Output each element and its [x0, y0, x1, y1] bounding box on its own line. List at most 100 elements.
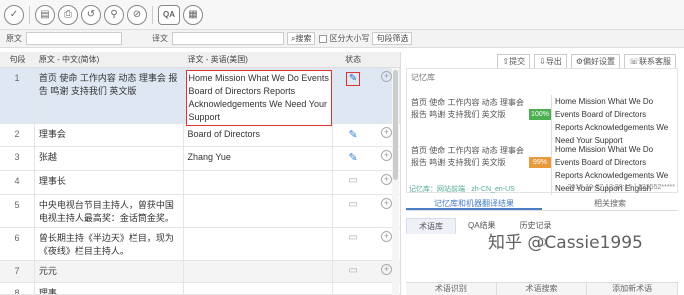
tab-term-search[interactable]: 术语搜索: [496, 283, 588, 295]
tab-memory-mt[interactable]: 记忆库和机器翻译结果: [406, 198, 542, 210]
source-filter-input[interactable]: [26, 32, 122, 45]
term-action-tabs: 术语识别 术语搜索 添加新术语: [406, 282, 679, 295]
refresh-icon[interactable]: ↺: [81, 4, 101, 25]
add-icon[interactable]: +: [381, 264, 393, 275]
table-row[interactable]: 6 曾长期主持《半边天》栏目，现为《夜线》栏目主持人。 ▭ +: [0, 228, 400, 261]
link-icon[interactable]: ⚲: [104, 4, 124, 25]
header-source: 原文 - 中文(简体): [38, 55, 100, 64]
header-target: 译文 - 英语(美国): [187, 55, 248, 64]
export-button[interactable]: ⇩ 导出: [534, 53, 567, 69]
watermark: 知乎 @Cassie1995: [488, 233, 643, 253]
memory-panel: 记忆库 首页 使命 工作内容 动态 理事会 报告 鸣谢 支持我们 英文版 100…: [406, 68, 678, 195]
add-icon[interactable]: +: [381, 231, 393, 242]
add-icon[interactable]: +: [381, 174, 393, 185]
table-row[interactable]: 5 中央电视台节目主持人，曾获中国电视主持人最高奖：金话筒金奖。 ▭ +: [0, 195, 400, 228]
row-number: 8: [0, 283, 35, 294]
match-badge: 100%: [529, 109, 551, 120]
row-number: 1: [0, 68, 35, 123]
checkbox-icon: [319, 34, 328, 43]
toolbar-divider: [29, 5, 30, 24]
filter-bar: 原文 译文 ⌕ 搜索 区分大小写 句段筛选: [0, 30, 684, 48]
row-number: 3: [0, 147, 35, 170]
qa-icon[interactable]: QA: [158, 4, 180, 25]
add-icon[interactable]: +: [381, 71, 393, 82]
source-cell: 理事: [35, 283, 184, 294]
add-icon[interactable]: +: [381, 127, 393, 138]
source-cell: 理事会: [35, 124, 184, 146]
copy-icon[interactable]: ▤: [35, 4, 55, 25]
table-row[interactable]: 4 理事长 ▭ +: [0, 171, 400, 195]
status-cell: ▭: [333, 261, 373, 282]
edit-status-icon[interactable]: ✎: [346, 72, 361, 86]
table-row[interactable]: 8 理事: [0, 283, 400, 295]
source-cell: 理事长: [35, 171, 184, 194]
add-icon[interactable]: +: [381, 198, 393, 209]
pencil-icon: ✎: [348, 152, 358, 164]
pencil-icon: ✎: [348, 129, 358, 141]
target-cell[interactable]: [184, 195, 334, 227]
target-cell[interactable]: Home Mission What We Do Events Board of …: [184, 68, 334, 126]
export-icon: ⇩: [539, 56, 546, 66]
grid-header: 句段 原文 - 中文(简体) 译文 - 英语(美国) 状态: [0, 52, 400, 68]
document-icon: ▭: [348, 175, 358, 186]
source-cell: 张越: [35, 147, 184, 170]
row-number: 6: [0, 228, 35, 260]
status-cell: ✎: [333, 68, 373, 123]
header-num: 句段: [9, 55, 26, 64]
status-cell: ✎: [333, 124, 373, 146]
upload-icon: ⇧: [502, 56, 510, 66]
target-editor[interactable]: Home Mission What We Do Events Board of …: [185, 70, 333, 126]
table-row[interactable]: 2 理事会 Board of Directors ✎ +: [0, 124, 400, 147]
submit-button[interactable]: ⇧ 提交: [497, 53, 531, 69]
gear-icon: ⚙: [575, 56, 583, 66]
document-icon: ▭: [348, 265, 358, 276]
grid-scrollbar[interactable]: [392, 68, 399, 295]
memory-source-info: 记忆库：网站前端 · zh-CN_en-US: [409, 186, 515, 193]
source-cell: 首页 使命 工作内容 动态 理事会 报告 鸣谢 支持我们 英文版: [35, 68, 184, 123]
tab-term-recognition[interactable]: 术语识别: [406, 283, 497, 295]
right-panel: ⇧ 提交 ⇩ 导出 ⚙ 偏好设置 ☏ 联系客服 记忆库 首页 使命 工作内容 动态 理事…: [402, 48, 684, 295]
unlink-icon[interactable]: ⊘: [127, 4, 147, 25]
target-cell[interactable]: Zhang Yue: [184, 147, 334, 170]
results-tabs: 记忆库和机器翻译结果 相关搜索: [406, 198, 678, 211]
memory-entry[interactable]: 首页 使命 工作内容 动态 理事会 报告 鸣谢 支持我们 英文版 100% Ho…: [411, 95, 673, 147]
support-icon: ☏: [628, 56, 639, 66]
tab-add-term[interactable]: 添加新术语: [587, 283, 679, 295]
target-cell[interactable]: [184, 228, 334, 260]
memory-timestamp: 2018-10-27 13:38:15 | 232552*****: [567, 184, 675, 191]
add-icon[interactable]: +: [381, 150, 393, 161]
search-button[interactable]: ⌕ 搜索: [287, 32, 316, 45]
toolbar-divider: [152, 5, 153, 24]
dictionary-icon[interactable]: ▦: [183, 4, 203, 25]
memory-footer: 记忆库：网站前端 · zh-CN_en-US 2018-10-27 13:38:…: [406, 184, 678, 196]
source-cell: 元元: [35, 261, 184, 282]
target-filter-input[interactable]: [172, 32, 284, 45]
segment-filter-button[interactable]: 句段筛选: [372, 32, 413, 45]
table-row[interactable]: 3 张越 Zhang Yue ✎ +: [0, 147, 400, 171]
memory-tab[interactable]: 记忆库: [411, 72, 435, 83]
target-filter-label: 译文: [152, 34, 168, 43]
memory-target: Home Mission What We Do Events Board of …: [551, 95, 673, 147]
table-row[interactable]: 7 元元 ▭ +: [0, 261, 400, 283]
document-icon: ▭: [348, 199, 358, 210]
preferences-button[interactable]: ⚙ 偏好设置: [570, 53, 620, 69]
row-number: 7: [0, 261, 35, 282]
case-sensitive-checkbox[interactable]: 区分大小写: [319, 33, 369, 44]
tab-termbase[interactable]: 术语库: [406, 218, 456, 234]
row-number: 4: [0, 171, 35, 194]
print-icon[interactable]: ⎙: [58, 4, 78, 25]
table-row[interactable]: 1 首页 使命 工作内容 动态 理事会 报告 鸣谢 支持我们 英文版 Home …: [0, 68, 400, 126]
target-cell[interactable]: [184, 171, 334, 194]
scrollbar-thumb[interactable]: [393, 70, 398, 180]
status-cell: ✎: [333, 147, 373, 170]
tab-related-search[interactable]: 相关搜索: [542, 198, 678, 210]
target-cell[interactable]: [184, 283, 334, 294]
target-cell[interactable]: Board of Directors: [184, 124, 334, 146]
memory-source: 首页 使命 工作内容 动态 理事会 报告 鸣谢 支持我们 英文版: [411, 98, 524, 119]
target-cell[interactable]: [184, 261, 334, 282]
contact-button[interactable]: ☏ 联系客服: [623, 53, 676, 69]
status-cell: ▭: [333, 228, 373, 260]
confirm-icon[interactable]: ✓: [4, 4, 24, 25]
segment-grid: 句段 原文 - 中文(简体) 译文 - 英语(美国) 状态 1 首页 使命 工作…: [0, 52, 401, 295]
source-filter-label: 原文: [6, 34, 22, 43]
